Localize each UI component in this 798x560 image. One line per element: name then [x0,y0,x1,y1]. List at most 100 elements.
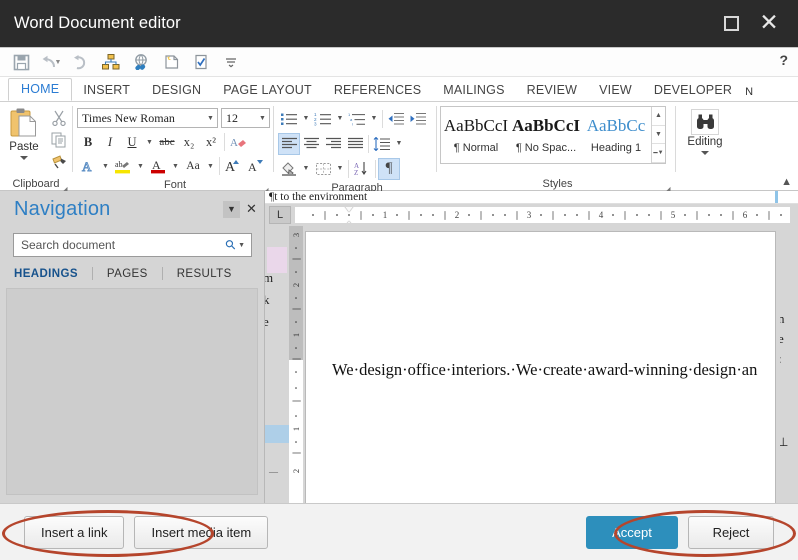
bullets-button[interactable] [278,108,300,130]
change-case-button[interactable]: Aa [182,156,204,177]
customize-toolbar-icon[interactable] [216,50,246,74]
spelling-check-icon[interactable] [186,50,216,74]
reject-button[interactable]: Reject [688,516,774,549]
help-button[interactable]: ? [779,52,788,68]
justify-button[interactable] [344,133,366,155]
underline-button[interactable]: U [121,132,143,153]
highlight-button[interactable]: ab [112,156,134,177]
styles-dialog-launcher-icon[interactable]: ◢ [663,182,672,191]
shading-button[interactable] [278,158,300,180]
numbering-dropdown-icon[interactable]: ▼ [334,108,346,130]
vertical-ruler[interactable]: 3 ∣ 2 ∣ 1 ∣ ∣ 1 ∣ [289,226,303,503]
text-effects-button[interactable]: A [77,156,99,177]
tab-page-layout[interactable]: PAGE LAYOUT [212,80,323,101]
font-family-combo[interactable]: Times New Roman ▼ [77,108,218,128]
tab-view[interactable]: VIEW [588,80,643,101]
hyperlink-icon[interactable] [126,50,156,74]
borders-dropdown-icon[interactable]: ▼ [334,158,346,180]
numbering-button[interactable]: 123 [312,108,334,130]
redo-icon[interactable] [66,50,96,74]
style-normal[interactable]: AaBbCcI ¶ Normal [441,107,511,163]
underline-dropdown-icon[interactable]: ▼ [143,132,156,153]
align-right-button[interactable] [322,133,344,155]
multilevel-list-button[interactable]: 1ai [346,108,368,130]
bullets-dropdown-icon[interactable]: ▼ [300,108,312,130]
subscript-button[interactable]: x₂ [178,132,200,153]
line-spacing-dropdown-icon[interactable]: ▼ [393,133,405,155]
sort-button[interactable]: AZ [351,158,373,180]
nav-tab-pages[interactable]: PAGES [93,268,162,280]
nav-tab-results[interactable]: RESULTS [163,268,246,280]
hanging-indent-marker[interactable] [343,221,355,223]
editing-button[interactable]: Editing [676,105,734,155]
document-body-text[interactable]: We·design·office·interiors.·We·create·aw… [332,360,793,380]
change-case-dropdown-icon[interactable]: ▼ [204,156,217,177]
maximize-button[interactable] [712,5,750,43]
navigation-results-list[interactable] [6,288,258,495]
style-heading-1[interactable]: AaBbCc Heading 1 [581,107,651,163]
style-no-spacing[interactable]: AaBbCcI ¶ No Spac... [511,107,581,163]
font-color-button[interactable]: A [147,156,169,177]
close-button[interactable]: ✕ [750,5,788,43]
borders-button[interactable] [312,158,334,180]
first-line-indent-marker[interactable] [343,207,355,212]
line-spacing-button[interactable] [371,133,393,155]
horizontal-ruler[interactable]: ∣ ∣ 1∣ ∣ 2∣ ∣ 3∣ ∣ 4∣ ∣ 5∣ ∣ 6∣ [295,207,790,223]
paste-button[interactable]: Paste [0,105,48,160]
nav-tab-headings[interactable]: HEADINGS [14,268,92,280]
search-input[interactable] [19,237,226,253]
tab-developer[interactable]: DEVELOPER [643,80,743,101]
format-painter-button[interactable] [50,153,68,171]
tab-references[interactable]: REFERENCES [323,80,432,101]
navigation-options-icon[interactable]: ▼ [223,201,240,218]
tab-home[interactable]: HOME [8,78,72,101]
show-formatting-marks-button[interactable]: ¶ [378,158,400,180]
font-color-dropdown-icon[interactable]: ▼ [169,156,182,177]
superscript-button[interactable]: x² [200,132,222,153]
tab-overflow[interactable]: N [743,83,755,101]
clipboard-dialog-launcher-icon[interactable]: ◢ [60,182,69,191]
highlight-dropdown-icon[interactable]: ▼ [134,156,147,177]
styles-scroll-up-icon[interactable]: ▲ [652,107,665,126]
copy-button[interactable] [50,131,68,149]
cut-button[interactable] [50,109,68,127]
decrease-indent-button[interactable] [385,108,407,130]
bold-button[interactable]: B [77,132,99,153]
shading-dropdown-icon[interactable]: ▼ [300,158,312,180]
tab-review[interactable]: REVIEW [516,80,589,101]
italic-button[interactable]: I [99,132,121,153]
text-effects-dropdown-icon[interactable]: ▼ [99,156,112,177]
clear-formatting-button[interactable]: A [227,132,249,153]
tab-mailings[interactable]: MAILINGS [432,80,515,101]
undo-dropdown-icon[interactable]: ▼ [55,59,62,66]
insert-media-item-button[interactable]: Insert media item [134,516,268,549]
org-chart-icon[interactable] [96,50,126,74]
align-left-button[interactable] [278,133,300,155]
accept-button[interactable]: Accept [586,516,678,549]
undo-icon[interactable]: ▼ [36,50,66,74]
grow-font-button[interactable]: A [222,156,244,177]
new-document-icon[interactable] [156,50,186,74]
navigation-close-icon[interactable]: ✕ [243,201,260,218]
navigation-search-box[interactable]: ⚲ ▼ [13,233,252,257]
align-center-button[interactable] [300,133,322,155]
tab-stop-selector[interactable]: L [269,206,291,224]
document-page[interactable]: We·design·office·interiors.·We·create·aw… [305,231,776,503]
collapse-ribbon-button[interactable]: ▲ [781,176,792,188]
save-icon[interactable] [6,50,36,74]
svg-text:2: 2 [291,283,301,287]
multilevel-dropdown-icon[interactable]: ▼ [368,108,380,130]
paste-dropdown-icon[interactable] [20,156,28,160]
editing-dropdown-icon[interactable] [701,151,709,155]
styles-scrollbar[interactable]: ▲ ▼ ━▼ [651,107,665,163]
ribbon-group-paragraph: ▼ 123 ▼ 1ai ▼ [274,102,436,192]
strikethrough-button[interactable]: abc [156,132,178,153]
styles-scroll-down-icon[interactable]: ▼ [652,126,665,145]
shrink-font-button[interactable]: A [244,156,266,177]
font-size-combo[interactable]: 12 ▼ [221,108,270,128]
styles-more-icon[interactable]: ━▼ [652,144,665,163]
tab-insert[interactable]: INSERT [72,80,141,101]
increase-indent-button[interactable] [407,108,429,130]
tab-design[interactable]: DESIGN [141,80,212,101]
insert-link-button[interactable]: Insert a link [24,516,124,549]
